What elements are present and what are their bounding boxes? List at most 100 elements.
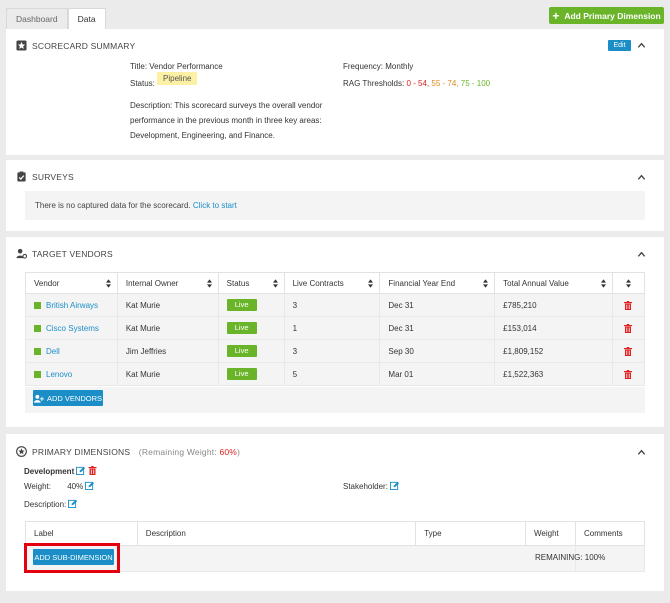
vendor-link[interactable]: Cisco Systems <box>46 324 99 333</box>
column-header-type: Type <box>415 521 527 546</box>
add-vendors-button[interactable]: ADD VENDORS <box>33 390 103 406</box>
contracts-cell: 3 <box>283 293 381 317</box>
status-badge: Live <box>226 322 257 334</box>
edit-button[interactable]: Edit <box>608 40 631 51</box>
add-vendors-bar: ADD VENDORS <box>25 387 645 413</box>
scorecard-summary-title: SCORECARD SUMMARY <box>32 41 136 51</box>
column-header-internal-owner[interactable]: Internal Owner <box>116 272 219 294</box>
table-row: Lenovo Kat Murie Live 5 Mar 01 £1,522,36… <box>25 362 646 386</box>
click-to-start-link[interactable]: Click to start <box>193 201 237 210</box>
vendors-table-header: Vendor Internal Owner Status Live Contra… <box>25 272 646 294</box>
rag-thresholds: RAG Thresholds: 0 - 54, 55 - 74, 75 - 10… <box>343 79 490 88</box>
trash-icon[interactable] <box>88 466 97 475</box>
trash-icon[interactable] <box>624 346 633 356</box>
weight-value: 40% <box>67 482 84 491</box>
fye-cell: Sep 30 <box>379 339 496 363</box>
edit-icon[interactable] <box>85 481 95 490</box>
sort-icon <box>206 279 212 288</box>
remaining-weight: (Remaining Weight: 60%) <box>139 447 240 457</box>
clipboard-check-icon <box>17 171 26 182</box>
vendor-link[interactable]: Lenovo <box>46 370 72 379</box>
vendors-table: Vendor Internal Owner Status Live Contra… <box>25 272 646 386</box>
value-cell: £153,014 <box>494 316 613 340</box>
trash-icon[interactable] <box>624 369 633 379</box>
sort-icon <box>600 279 606 288</box>
edit-icon[interactable] <box>76 466 86 475</box>
table-row: Cisco Systems Kat Murie Live 1 Dec 31 £1… <box>25 316 646 340</box>
rag-green-range: 75 - 100 <box>460 79 491 88</box>
column-header-actions[interactable] <box>611 272 646 294</box>
surveys-empty-state: There is no captured data for the scorec… <box>25 191 645 220</box>
dimension-name: Development <box>24 467 75 476</box>
vendor-link[interactable]: Dell <box>46 347 60 356</box>
add-primary-dimension-button[interactable]: + Add Primary Dimension <box>549 7 664 24</box>
frequency-field: Frequency: Monthly <box>343 62 413 71</box>
chevron-up-icon[interactable] <box>637 448 646 457</box>
vendor-link[interactable]: British Airways <box>46 301 98 310</box>
table-row: British Airways Kat Murie Live 3 Dec 31 … <box>25 293 646 317</box>
column-header-label: Label <box>25 521 138 546</box>
status-badge: Pipeline <box>157 72 198 85</box>
add-vendors-label: ADD VENDORS <box>46 393 102 403</box>
description-line-1: Description: This scorecard surveys the … <box>130 101 322 110</box>
vendor-color-square <box>34 324 41 332</box>
edit-icon[interactable] <box>390 481 400 490</box>
primary-dimensions-heading: PRIMARY DIMENSIONS <box>32 447 131 457</box>
sort-icon <box>272 279 278 288</box>
status-cell: Live <box>217 339 285 363</box>
column-header-financial-year-end[interactable]: Financial Year End <box>379 272 496 294</box>
chevron-up-icon[interactable] <box>637 250 646 259</box>
fye-cell: Dec 31 <box>379 293 496 317</box>
trash-icon[interactable] <box>624 300 633 310</box>
column-header-live-contracts[interactable]: Live Contracts <box>283 272 381 294</box>
column-header-weight: Weight <box>525 521 576 546</box>
vendor-cell: Cisco Systems <box>25 316 118 340</box>
status-badge: Live <box>226 299 257 311</box>
weight-field: Weight: 40% <box>24 481 95 491</box>
description-text-2: performance in the previous month in thr… <box>130 116 322 125</box>
target-vendors-panel: TARGET VENDORS Vendor Internal Owner Sta… <box>6 237 664 427</box>
trash-icon[interactable] <box>624 323 633 333</box>
column-header-status[interactable]: Status <box>217 272 285 294</box>
status-cell: Live <box>217 316 285 340</box>
vendor-color-square <box>34 370 41 378</box>
vendor-cell: Lenovo <box>25 362 118 386</box>
remaining-weight-prefix: (Remaining Weight: <box>138 447 217 457</box>
status-badge: Live <box>226 368 257 380</box>
chevron-up-icon[interactable] <box>637 173 646 182</box>
actions-cell <box>611 316 646 340</box>
sub-dimensions-header: Label Description Type Weight Comments <box>25 521 646 546</box>
dimension-header: Development <box>24 466 97 476</box>
chevron-up-icon[interactable] <box>637 41 646 50</box>
target-vendors-title: TARGET VENDORS <box>32 249 113 259</box>
column-header-description: Description <box>136 521 417 546</box>
remaining-weight-value: 60% <box>219 447 238 457</box>
actions-cell <box>611 362 646 386</box>
sort-icon <box>626 279 631 288</box>
surveys-empty-text: There is no captured data for the scorec… <box>35 201 191 210</box>
stakeholder-label: Stakeholder: <box>343 482 388 491</box>
status-cell: Live <box>217 293 285 317</box>
actions-cell <box>611 293 646 317</box>
scorecard-summary-panel: SCORECARD SUMMARY Edit Title: Vendor Per… <box>6 29 664 155</box>
owner-cell: Kat Murie <box>116 316 219 340</box>
column-header-total-annual-value[interactable]: Total Annual Value <box>494 272 613 294</box>
contracts-cell: 5 <box>283 362 381 386</box>
rag-red-range: 0 - 54, <box>406 79 430 88</box>
sort-icon <box>368 279 374 288</box>
vendor-color-square <box>34 301 41 309</box>
sort-icon <box>483 279 489 288</box>
primary-dimensions-title: PRIMARY DIMENSIONS (Remaining Weight: 60… <box>32 447 240 457</box>
owner-cell: Kat Murie <box>116 362 219 386</box>
owner-cell: Kat Murie <box>116 293 219 317</box>
edit-icon[interactable] <box>68 499 78 508</box>
value-cell: £1,809,152 <box>494 339 613 363</box>
tab-bar: Dashboard Data <box>6 8 106 29</box>
description-field: Description: <box>24 499 78 509</box>
description-label: Description: <box>130 101 173 110</box>
tab-dashboard[interactable]: Dashboard <box>6 8 68 29</box>
remaining-weight-row: REMAINING: 100% <box>535 553 606 562</box>
column-header-vendor[interactable]: Vendor <box>25 272 118 294</box>
tab-data[interactable]: Data <box>67 8 106 29</box>
sort-icon <box>105 279 111 288</box>
